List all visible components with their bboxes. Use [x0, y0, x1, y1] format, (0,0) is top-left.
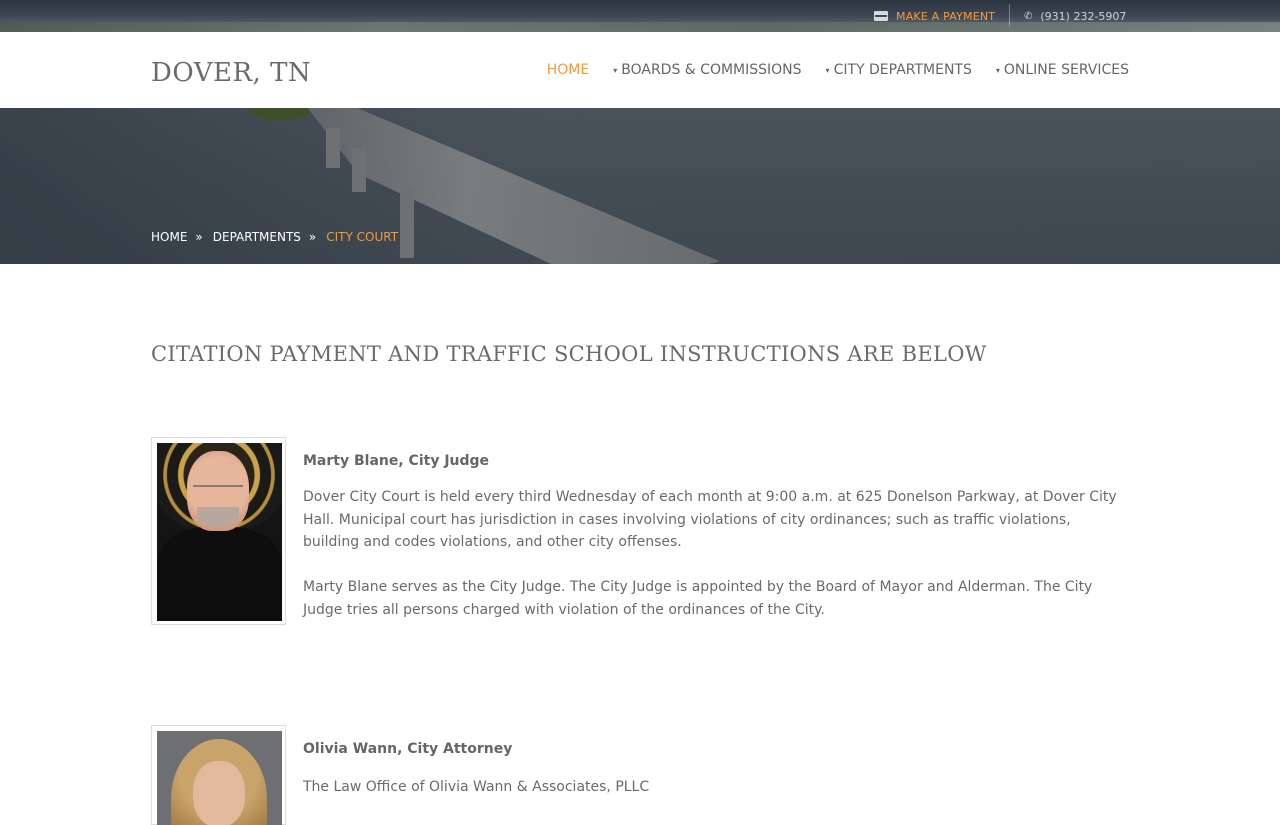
judge-paragraph-2: Marty Blane serves as the City Judge. Th…	[303, 579, 1093, 618]
attorney-paragraph-1: The Law Office of Olivia Wann & Associat…	[303, 779, 650, 795]
breadcrumb-separator: »	[308, 230, 317, 244]
nav-departments-label: CITY DEPARTMENTS	[833, 62, 972, 78]
judge-photo	[157, 443, 282, 621]
page-title: CITATION PAYMENT AND TRAFFIC SCHOOL INST…	[151, 342, 987, 366]
caret-down-icon: ▾	[825, 65, 830, 75]
phone-icon: ✆	[1024, 10, 1033, 22]
attorney-name: Olivia Wann, City Attorney	[303, 741, 513, 757]
caret-down-icon: ▾	[995, 65, 1000, 75]
breadcrumb-separator: »	[195, 230, 203, 244]
judge-glasses	[193, 485, 243, 495]
breadcrumb: HOME » DEPARTMENTS » CITY COURT	[151, 230, 398, 244]
credit-card-icon	[874, 11, 888, 21]
top-bar: MAKE A PAYMENT ✆ (931) 232-5907	[0, 0, 1280, 32]
nav-home-label: HOME	[546, 62, 590, 78]
hero-banner: HOME » DEPARTMENTS » CITY COURT	[0, 108, 1280, 264]
make-payment-link[interactable]: MAKE A PAYMENT	[874, 8, 995, 24]
judge-photo-frame	[151, 437, 286, 625]
judge-name: Marty Blane, City Judge	[303, 453, 490, 469]
breadcrumb-current: CITY COURT	[326, 230, 399, 244]
site-header: DOVER, TN HOME ▾ BOARDS & COMMISSIONS ▾ …	[0, 32, 1280, 108]
phone-contact[interactable]: ✆ (931) 232-5907	[1024, 8, 1126, 24]
person-card-judge: Marty Blane, City Judge Dover City Court…	[151, 437, 1131, 637]
attorney-face	[193, 761, 245, 825]
person-card-attorney: Olivia Wann, City Attorney The Law Offic…	[151, 725, 1131, 825]
main-nav: HOME ▾ BOARDS & COMMISSIONS ▾ CITY DEPAR…	[547, 62, 1129, 78]
nav-online-label: ONLINE SERVICES	[1003, 62, 1129, 78]
nav-online-services[interactable]: ▾ ONLINE SERVICES	[996, 62, 1129, 78]
nav-home[interactable]: HOME	[547, 62, 589, 78]
nav-city-departments[interactable]: ▾ CITY DEPARTMENTS	[826, 62, 972, 78]
breadcrumb-departments[interactable]: DEPARTMENTS	[213, 230, 301, 244]
phone-number: (931) 232-5907	[1040, 9, 1127, 23]
site-logo[interactable]: DOVER, TN	[151, 58, 311, 88]
attorney-photo	[157, 731, 282, 825]
make-payment-label: MAKE A PAYMENT	[896, 9, 996, 23]
judge-beard	[197, 507, 239, 527]
judge-robe	[157, 527, 282, 621]
breadcrumb-home[interactable]: HOME	[151, 230, 187, 244]
attorney-photo-frame	[151, 725, 286, 825]
top-bar-divider	[1009, 4, 1010, 26]
nav-boards-label: BOARDS & COMMISSIONS	[621, 62, 802, 78]
nav-boards-commissions[interactable]: ▾ BOARDS & COMMISSIONS	[613, 62, 801, 78]
judge-paragraph-1: Dover City Court is held every third Wed…	[303, 489, 1117, 550]
caret-down-icon: ▾	[613, 65, 618, 75]
